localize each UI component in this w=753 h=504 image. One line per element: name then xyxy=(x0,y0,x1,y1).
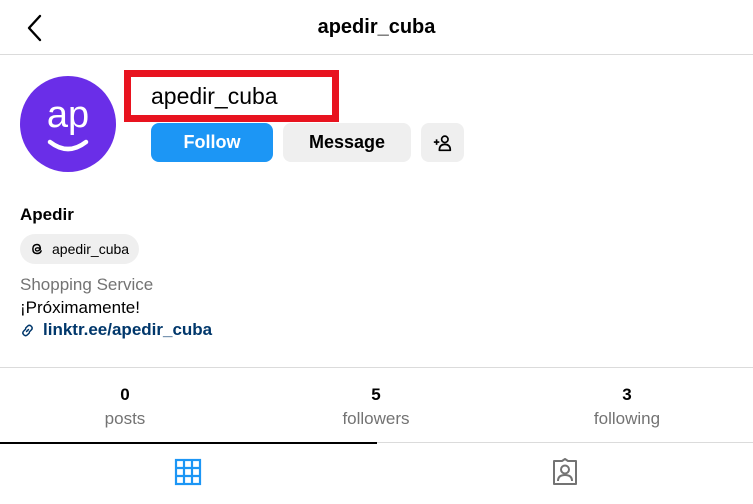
stat-value: 5 xyxy=(371,385,381,404)
profile-link-text: linktr.ee/apedir_cuba xyxy=(43,320,213,339)
stat-following[interactable]: 3 following xyxy=(527,385,727,429)
tab-tagged[interactable] xyxy=(550,457,580,487)
stat-value: 3 xyxy=(622,385,632,404)
stat-label: following xyxy=(593,409,661,428)
avatar[interactable]: ap xyxy=(20,76,116,172)
stat-followers[interactable]: 5 followers xyxy=(276,385,476,429)
link-icon xyxy=(22,324,33,336)
top-bar: apedir_cuba xyxy=(0,0,753,55)
follow-button[interactable]: Follow xyxy=(151,123,273,162)
stat-posts[interactable]: 0 posts xyxy=(25,385,225,429)
profile-link[interactable]: linktr.ee/apedir_cuba xyxy=(20,320,212,340)
grid-icon xyxy=(174,458,202,486)
message-button[interactable]: Message xyxy=(283,123,411,162)
profile-bio: ¡Próximamente! xyxy=(20,298,140,317)
profile-stats: 0 posts 5 followers 3 following xyxy=(0,367,753,442)
page-title: apedir_cuba xyxy=(317,16,436,38)
suggest-users-button[interactable] xyxy=(421,123,464,162)
stat-label: followers xyxy=(342,409,410,428)
tab-posts-grid[interactable] xyxy=(173,457,203,487)
threads-handle: apedir_cuba xyxy=(52,241,130,257)
tagged-person-icon xyxy=(553,458,577,485)
threads-icon xyxy=(32,243,42,255)
add-person-icon xyxy=(433,134,451,151)
stat-value: 0 xyxy=(120,385,130,404)
profile-category: Shopping Service xyxy=(20,275,154,294)
content-tabs xyxy=(0,442,753,504)
profile-username: apedir_cuba xyxy=(151,83,278,109)
stat-label: posts xyxy=(104,409,146,428)
active-tab-indicator xyxy=(0,442,377,444)
profile-full-name: Apedir xyxy=(20,205,74,224)
threads-badge[interactable]: apedir_cuba xyxy=(20,234,140,264)
avatar-logo-text: ap xyxy=(47,94,89,136)
username-highlight: apedir_cuba xyxy=(124,70,339,122)
